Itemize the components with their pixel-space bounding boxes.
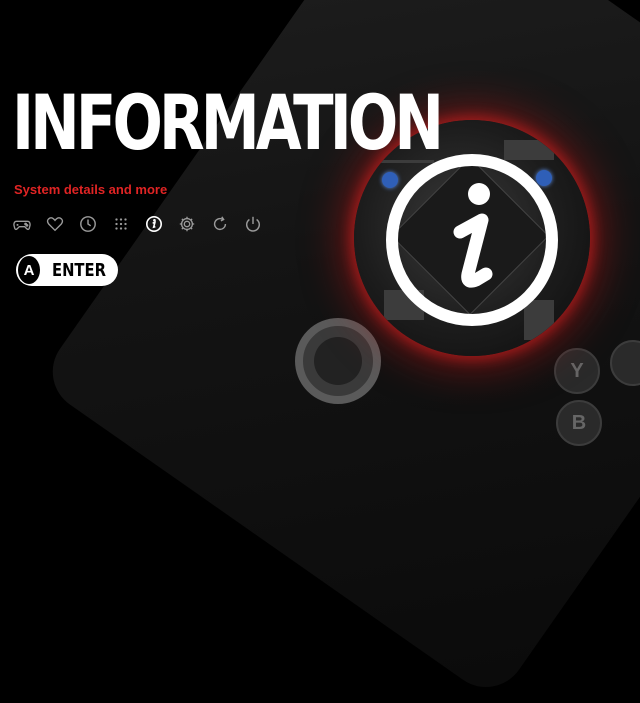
gamepad-icon[interactable] — [12, 214, 32, 234]
gear-icon[interactable] — [177, 214, 197, 234]
clock-icon[interactable] — [78, 214, 98, 234]
grid-icon[interactable] — [111, 214, 131, 234]
background-joystick-center — [314, 337, 362, 385]
info-icon — [386, 154, 558, 326]
info-icon[interactable] — [144, 214, 164, 234]
background-button-b: B — [556, 400, 602, 446]
power-icon[interactable] — [243, 214, 263, 234]
section-nav — [12, 214, 263, 234]
a-button-glyph: A — [18, 256, 41, 284]
page-title: INFORMATION — [12, 78, 444, 167]
enter-label: ENTER — [52, 259, 107, 281]
background-button-y: Y — [554, 348, 600, 394]
enter-button[interactable]: A ENTER — [16, 254, 118, 286]
refresh-icon[interactable] — [210, 214, 230, 234]
page-subtitle: System details and more — [14, 182, 168, 197]
heart-icon[interactable] — [45, 214, 65, 234]
